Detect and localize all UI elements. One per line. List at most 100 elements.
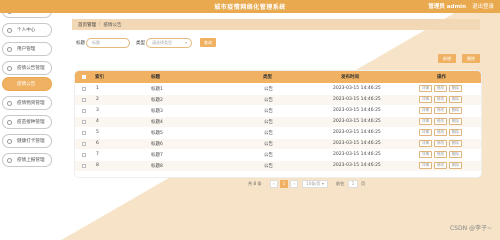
detail-button[interactable]: 详情 — [419, 96, 432, 103]
page-number-button[interactable]: 1 — [280, 180, 288, 188]
row-checkbox[interactable] — [82, 142, 86, 146]
type-label: 类型 — [136, 41, 145, 46]
column-header-title: 标题 — [151, 75, 160, 80]
breadcrumb: 首页管理 / 疫情公告 — [72, 19, 480, 30]
cell-time: 2023-03-15 14:46:25 — [333, 163, 381, 168]
row-checkbox[interactable] — [82, 98, 86, 102]
table-row: 7 标题7 公告 2023-03-15 14:46:25 详情 修改 删除 — [75, 150, 481, 160]
sidebar-item-label: 健康打卡管理 — [17, 139, 45, 144]
sidebar-item-users[interactable]: 用户管理 — [2, 42, 52, 56]
sidebar-item-label: 疫苗接种管理 — [17, 120, 45, 125]
column-header-time: 发布时间 — [341, 75, 359, 80]
detail-button[interactable]: 详情 — [419, 107, 432, 114]
cell-index: 8 — [96, 163, 99, 168]
sidebar-item-announcement[interactable]: 疫情公告 — [2, 77, 52, 91]
logout-link[interactable]: 退出登录 — [472, 2, 494, 10]
cell-time: 2023-03-15 14:46:25 — [333, 152, 381, 157]
page-unit-label: 页 — [361, 181, 366, 186]
table-row: 1 标题1 公告 2023-03-15 14:46:25 详情 修改 删除 — [75, 84, 481, 94]
row-delete-button[interactable]: 删除 — [449, 162, 462, 169]
page-size-select[interactable]: 10条/页 ▾ — [302, 180, 328, 188]
title-label: 标题 — [76, 41, 85, 46]
query-button[interactable]: 查询 — [200, 38, 216, 47]
detail-button[interactable]: 详情 — [419, 151, 432, 158]
row-delete-button[interactable]: 删除 — [449, 107, 462, 114]
cell-title: 标题6 — [151, 142, 163, 147]
select-all-checkbox[interactable] — [82, 75, 86, 79]
edit-button[interactable]: 修改 — [434, 162, 447, 169]
cell-type: 公告 — [264, 131, 273, 136]
edit-button[interactable]: 修改 — [434, 85, 447, 92]
row-delete-button[interactable]: 删除 — [449, 96, 462, 103]
detail-button[interactable]: 详情 — [419, 85, 432, 92]
cell-time: 2023-03-15 14:46:25 — [333, 141, 381, 146]
cell-index: 4 — [96, 119, 99, 124]
circle-icon — [7, 157, 12, 163]
sidebar-item-report[interactable]: 疫情上报管理 — [2, 153, 52, 167]
prev-page-button[interactable]: ‹ — [270, 180, 278, 188]
sidebar-item-profile[interactable]: 个人中心 — [2, 23, 52, 37]
title-search-input[interactable]: 标题 — [86, 38, 130, 48]
cell-time: 2023-03-15 14:46:25 — [333, 130, 381, 135]
edit-button[interactable]: 修改 — [434, 96, 447, 103]
delete-button[interactable]: 删除 — [462, 54, 480, 63]
detail-button[interactable]: 详情 — [419, 129, 432, 136]
cell-index: 2 — [96, 97, 99, 102]
cell-title: 标题7 — [151, 153, 163, 158]
row-checkbox[interactable] — [82, 87, 86, 91]
cell-index: 3 — [96, 108, 99, 113]
edit-button[interactable]: 修改 — [434, 129, 447, 136]
row-checkbox[interactable] — [82, 153, 86, 157]
row-checkbox[interactable] — [82, 120, 86, 124]
edit-button[interactable]: 修改 — [434, 140, 447, 147]
column-header-actions: 操作 — [437, 75, 446, 80]
cell-type: 公告 — [264, 87, 273, 92]
cell-title: 标题4 — [151, 120, 163, 125]
edit-button[interactable]: 修改 — [434, 118, 447, 125]
sidebar-item-announcement-mgmt[interactable]: 疫情公告管理 — [2, 61, 52, 75]
next-page-button[interactable]: › — [290, 180, 298, 188]
detail-button[interactable]: 详情 — [419, 118, 432, 125]
row-delete-button[interactable]: 删除 — [449, 118, 462, 125]
title-placeholder: 标题 — [92, 40, 100, 45]
edit-button[interactable]: 修改 — [434, 151, 447, 158]
row-checkbox[interactable] — [82, 131, 86, 135]
cell-type: 公告 — [264, 164, 273, 169]
cell-index: 6 — [96, 141, 99, 146]
sidebar-item-label: 疫情公告管理 — [17, 66, 45, 71]
sidebar-item-supplies[interactable]: 疫情物资管理 — [2, 96, 52, 110]
top-bar: 城市疫情网络化管理系统 管理员 admin 退出登录 — [0, 0, 500, 13]
row-delete-button[interactable]: 删除 — [449, 129, 462, 136]
sidebar-item-label: 疫情上报管理 — [17, 158, 45, 163]
circle-icon — [7, 138, 12, 144]
row-delete-button[interactable]: 删除 — [449, 151, 462, 158]
add-button[interactable]: 新增 — [438, 54, 456, 63]
type-placeholder: 请选择类型 — [152, 40, 172, 45]
table-row: 8 标题8 公告 2023-03-15 14:46:25 详情 修改 删除 — [75, 161, 481, 171]
sidebar-item-label: 疫情公告 — [17, 82, 36, 87]
detail-button[interactable]: 详情 — [419, 140, 432, 147]
type-select[interactable]: 请选择类型 ▾ — [146, 38, 192, 48]
sidebar-item-vaccination[interactable]: 疫苗接种管理 — [2, 115, 52, 129]
row-checkbox[interactable] — [82, 164, 86, 168]
row-delete-button[interactable]: 删除 — [449, 85, 462, 92]
detail-button[interactable]: 详情 — [419, 162, 432, 169]
cell-time: 2023-03-15 14:46:25 — [333, 86, 381, 91]
table-row: 5 标题5 公告 2023-03-15 14:46:25 详情 修改 删除 — [75, 128, 481, 138]
sidebar-item-label: 疫情物资管理 — [17, 101, 45, 106]
table-row: 4 标题4 公告 2023-03-15 14:46:25 详情 修改 删除 — [75, 117, 481, 127]
circle-icon — [7, 27, 12, 33]
data-table: 索引 标题 类型 发布时间 操作 1 标题1 公告 2023-03-15 14:… — [74, 70, 482, 178]
goto-page-input[interactable]: 1 — [348, 180, 358, 188]
cell-time: 2023-03-15 14:46:25 — [333, 97, 381, 102]
row-delete-button[interactable]: 删除 — [449, 140, 462, 147]
circle-icon — [7, 119, 12, 125]
table-row: 3 标题3 公告 2023-03-15 14:46:25 详情 修改 删除 — [75, 106, 481, 116]
row-checkbox[interactable] — [82, 109, 86, 113]
cell-type: 公告 — [264, 153, 273, 158]
edit-button[interactable]: 修改 — [434, 107, 447, 114]
cell-type: 公告 — [264, 142, 273, 147]
sidebar-item-label: 用户管理 — [17, 47, 36, 52]
breadcrumb-home[interactable]: 首页管理 — [78, 22, 96, 28]
sidebar-item-health-checkin[interactable]: 健康打卡管理 — [2, 134, 52, 148]
